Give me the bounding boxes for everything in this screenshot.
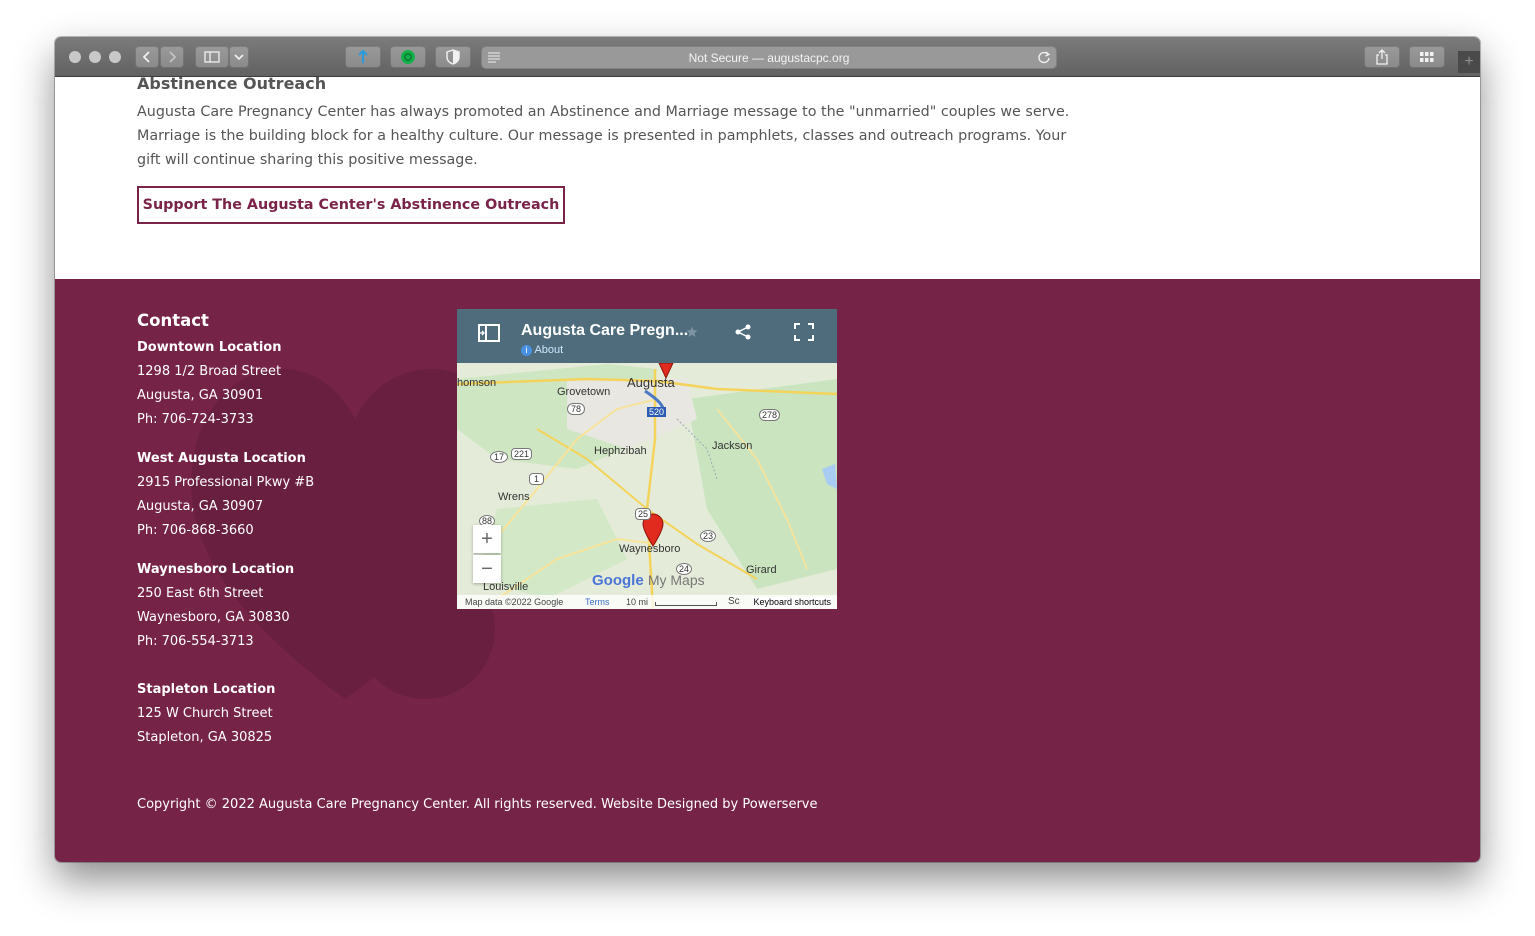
address-text: Not Secure — augustacpc.org: [688, 50, 850, 65]
map-about-link[interactable]: i About: [521, 344, 563, 356]
site-footer: Contact Downtown Location 1298 1/2 Broad…: [55, 279, 1480, 862]
terms-link[interactable]: Terms: [585, 597, 610, 607]
grid-icon: [1420, 52, 1434, 62]
route-shield: 25: [635, 508, 652, 520]
share-icon[interactable]: [734, 323, 752, 341]
reader-view-icon[interactable]: [487, 51, 501, 66]
route-shield: 278: [759, 409, 781, 421]
my-maps-label: My Maps: [647, 572, 705, 588]
place-label: Jackson: [712, 440, 753, 452]
shield-icon: [446, 49, 460, 65]
zoom-out-button[interactable]: −: [473, 555, 501, 583]
sidebar-icon: [204, 51, 220, 63]
contact-column: Contact Downtown Location 1298 1/2 Broad…: [137, 311, 314, 750]
reload-icon[interactable]: [1037, 50, 1051, 67]
location-name: Downtown Location: [137, 340, 282, 355]
place-label: Augusta: [627, 375, 675, 390]
location-city: Waynesboro, GA 30830: [137, 610, 290, 625]
keyboard-shortcuts-link[interactable]: Keyboard shortcuts: [753, 597, 831, 607]
map-about-label: About: [534, 344, 564, 356]
map-attribution-bar: Map data ©2022 Google Terms 10 mi Sc Key…: [457, 595, 837, 609]
partial-place-label: Sc: [728, 596, 740, 607]
extension-button-3[interactable]: [435, 46, 471, 68]
fullscreen-icon[interactable]: [794, 323, 814, 341]
map-title[interactable]: Augusta Care Pregn...: [521, 322, 688, 340]
location-phone: Ph: 706-554-3713: [137, 634, 254, 649]
browser-toolbar: Not Secure — augustacpc.org +: [55, 37, 1480, 77]
location-waynesboro: Waynesboro Location 250 East 6th Street …: [137, 558, 314, 654]
new-tab-button[interactable]: +: [1458, 51, 1480, 73]
sidebar-toggle-button[interactable]: [195, 46, 229, 68]
place-label: Wrens: [498, 491, 530, 503]
star-icon[interactable]: [686, 326, 698, 338]
route-shield: 1: [529, 473, 545, 485]
google-logo: Google: [592, 572, 644, 589]
scale-bar: [655, 602, 717, 606]
route-shield: 17: [490, 451, 509, 463]
forward-button[interactable]: [160, 46, 184, 68]
back-button[interactable]: [135, 46, 159, 68]
location-city: Augusta, GA 30907: [137, 499, 264, 514]
location-city: Stapleton, GA 30825: [137, 730, 273, 745]
browser-window: Not Secure — augustacpc.org + Abstinence…: [55, 37, 1480, 862]
zoom-in-button[interactable]: +: [473, 525, 501, 553]
route-shield: 520: [647, 407, 667, 417]
section-title: Abstinence Outreach: [137, 74, 327, 93]
chevron-down-icon: [234, 54, 244, 61]
copyright-text: Copyright © 2022 Augusta Care Pregnancy …: [137, 797, 818, 812]
route-shield: 78: [567, 403, 586, 415]
extension-button-1[interactable]: [345, 46, 381, 68]
place-label: Girard: [746, 564, 777, 576]
place-label: Hephzibah: [594, 445, 647, 457]
location-phone: Ph: 706-868-3660: [137, 523, 254, 538]
location-downtown: Downtown Location 1298 1/2 Broad Street …: [137, 336, 314, 432]
location-phone: Ph: 706-724-3733: [137, 412, 254, 427]
google-my-maps-logo: Google My Maps: [592, 572, 705, 589]
embedded-map[interactable]: homson Grovetown Augusta Jackson Hephzib…: [457, 309, 837, 609]
location-street: 125 W Church Street: [137, 706, 273, 721]
minimize-window-button[interactable]: [89, 51, 101, 63]
place-label: Grovetown: [557, 386, 611, 398]
map-header: Augusta Care Pregn... i About: [457, 309, 837, 363]
extension-button-2[interactable]: [390, 46, 426, 68]
location-street: 2915 Professional Pkwy #B: [137, 475, 315, 490]
location-name: West Augusta Location: [137, 451, 306, 466]
grammarly-icon: [401, 50, 415, 64]
location-street: 1298 1/2 Broad Street: [137, 364, 282, 379]
chevron-right-icon: [169, 51, 177, 63]
scale-label: 10 mi: [626, 597, 649, 607]
support-abstinence-button[interactable]: Support The Augusta Center's Abstinence …: [137, 186, 565, 224]
map-legend-toggle-icon[interactable]: [478, 324, 500, 342]
route-shield: 23: [700, 530, 717, 542]
place-label: homson: [457, 377, 497, 389]
route-shield: 221: [511, 448, 533, 460]
location-name: Waynesboro Location: [137, 562, 295, 577]
contact-title: Contact: [137, 311, 209, 330]
place-label: Waynesboro: [619, 543, 681, 555]
share-icon: [1376, 49, 1388, 65]
location-stapleton: Stapleton Location 125 W Church Street S…: [137, 678, 314, 750]
tab-overview-button[interactable]: [1409, 46, 1445, 68]
close-window-button[interactable]: [69, 51, 81, 63]
zoom-window-button[interactable]: [109, 51, 121, 63]
info-icon: i: [521, 344, 532, 356]
abstinence-paragraph: Augusta Care Pregnancy Center has always…: [137, 104, 1070, 168]
location-city: Augusta, GA 30901: [137, 388, 264, 403]
extension-arrow-icon: [358, 49, 368, 63]
sidebar-menu-button[interactable]: [229, 46, 249, 68]
chevron-left-icon: [142, 51, 150, 63]
share-button[interactable]: [1364, 46, 1400, 68]
location-west-augusta: West Augusta Location 2915 Professional …: [137, 447, 314, 543]
location-name: Stapleton Location: [137, 682, 276, 697]
address-bar[interactable]: Not Secure — augustacpc.org: [481, 46, 1057, 69]
location-street: 250 East 6th Street: [137, 586, 264, 601]
map-data-attribution: Map data ©2022 Google: [465, 597, 564, 607]
